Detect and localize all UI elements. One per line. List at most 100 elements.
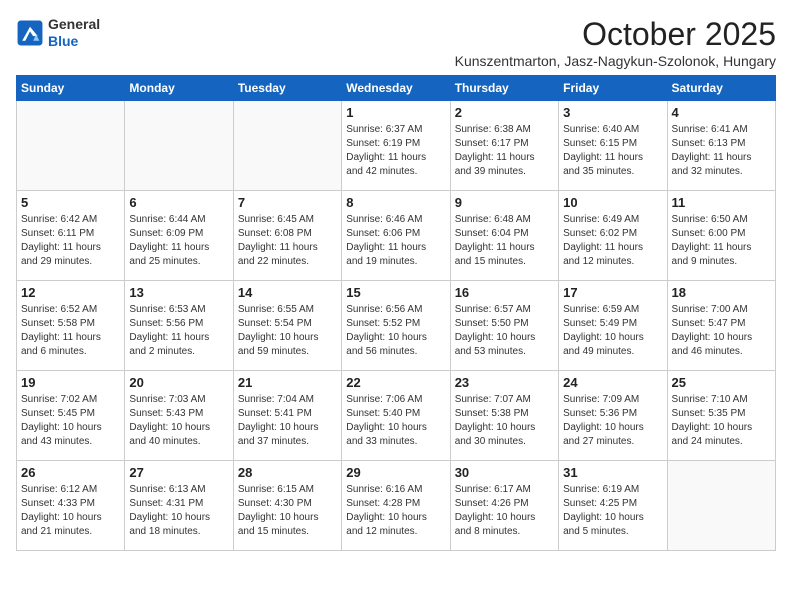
day-number: 13 [129, 285, 228, 300]
day-info: Sunrise: 7:00 AM Sunset: 5:47 PM Dayligh… [672, 303, 771, 359]
calendar-cell [667, 461, 775, 551]
day-info: Sunrise: 6:19 AM Sunset: 4:25 PM Dayligh… [563, 483, 662, 539]
day-info: Sunrise: 6:49 AM Sunset: 6:02 PM Dayligh… [563, 213, 662, 269]
calendar-cell: 17Sunrise: 6:59 AM Sunset: 5:49 PM Dayli… [559, 281, 667, 371]
calendar-body: 1 Sunrise: 6:37 AM Sunset: 6:19 PM Daylig… [17, 101, 776, 551]
calendar-cell: 13Sunrise: 6:53 AM Sunset: 5:56 PM Dayli… [125, 281, 233, 371]
day-info: Sunrise: 6:41 AM Sunset: 6:13 PM Dayligh… [672, 123, 771, 179]
calendar-cell [125, 101, 233, 191]
day-info: Sunrise: 6:57 AM Sunset: 5:50 PM Dayligh… [455, 303, 554, 359]
day-info: Sunrise: 7:02 AM Sunset: 5:45 PM Dayligh… [21, 393, 120, 449]
title-block: October 2025 Kunszentmarton, Jasz-Nagyku… [455, 16, 776, 69]
calendar-cell: 10 Sunrise: 6:49 AM Sunset: 6:02 PM Dayli… [559, 191, 667, 281]
day-info: Sunrise: 7:10 AM Sunset: 5:35 PM Dayligh… [672, 393, 771, 449]
logo-icon [16, 19, 44, 47]
calendar-cell: 8 Sunrise: 6:46 AM Sunset: 6:06 PM Daylig… [342, 191, 450, 281]
calendar-cell: 1 Sunrise: 6:37 AM Sunset: 6:19 PM Daylig… [342, 101, 450, 191]
day-number: 25 [672, 375, 771, 390]
weekday-header-tuesday: Tuesday [233, 76, 341, 101]
day-number: 7 [238, 195, 337, 210]
day-number: 28 [238, 465, 337, 480]
day-info: Sunrise: 7:04 AM Sunset: 5:41 PM Dayligh… [238, 393, 337, 449]
calendar-cell: 16 Sunrise: 6:57 AM Sunset: 5:50 PM Dayli… [450, 281, 558, 371]
day-number: 15 [346, 285, 445, 300]
day-number: 6 [129, 195, 228, 210]
weekday-row: SundayMondayTuesdayWednesdayThursdayFrid… [17, 76, 776, 101]
day-info: Sunrise: 6:42 AM Sunset: 6:11 PM Dayligh… [21, 213, 120, 269]
day-info: Sunrise: 6:17 AM Sunset: 4:26 PM Dayligh… [455, 483, 554, 539]
calendar-cell: 4Sunrise: 6:41 AM Sunset: 6:13 PM Daylig… [667, 101, 775, 191]
calendar-cell: 24Sunrise: 7:09 AM Sunset: 5:36 PM Dayli… [559, 371, 667, 461]
day-number: 23 [455, 375, 554, 390]
day-number: 12 [21, 285, 120, 300]
day-info: Sunrise: 6:44 AM Sunset: 6:09 PM Dayligh… [129, 213, 228, 269]
day-info: Sunrise: 6:16 AM Sunset: 4:28 PM Dayligh… [346, 483, 445, 539]
day-info: Sunrise: 6:55 AM Sunset: 5:54 PM Dayligh… [238, 303, 337, 359]
day-number: 17 [563, 285, 662, 300]
weekday-header-saturday: Saturday [667, 76, 775, 101]
calendar-cell: 22Sunrise: 7:06 AM Sunset: 5:40 PM Dayli… [342, 371, 450, 461]
day-number: 27 [129, 465, 228, 480]
calendar-header: SundayMondayTuesdayWednesdayThursdayFrid… [17, 76, 776, 101]
calendar-cell: 21 Sunrise: 7:04 AM Sunset: 5:41 PM Dayli… [233, 371, 341, 461]
day-info: Sunrise: 6:50 AM Sunset: 6:00 PM Dayligh… [672, 213, 771, 269]
day-info: Sunrise: 6:45 AM Sunset: 6:08 PM Dayligh… [238, 213, 337, 269]
calendar-cell: 27 Sunrise: 6:13 AM Sunset: 4:31 PM Dayli… [125, 461, 233, 551]
calendar-cell: 14 Sunrise: 6:55 AM Sunset: 5:54 PM Dayli… [233, 281, 341, 371]
week-row-1: 1 Sunrise: 6:37 AM Sunset: 6:19 PM Daylig… [17, 101, 776, 191]
calendar-cell: 3Sunrise: 6:40 AM Sunset: 6:15 PM Daylig… [559, 101, 667, 191]
calendar-cell: 12 Sunrise: 6:52 AM Sunset: 5:58 PM Dayli… [17, 281, 125, 371]
day-number: 29 [346, 465, 445, 480]
weekday-header-sunday: Sunday [17, 76, 125, 101]
day-info: Sunrise: 6:46 AM Sunset: 6:06 PM Dayligh… [346, 213, 445, 269]
calendar-cell: 31 Sunrise: 6:19 AM Sunset: 4:25 PM Dayli… [559, 461, 667, 551]
logo-text: General Blue [48, 16, 100, 50]
day-info: Sunrise: 6:13 AM Sunset: 4:31 PM Dayligh… [129, 483, 228, 539]
location-subtitle: Kunszentmarton, Jasz-Nagykun-Szolonok, H… [455, 53, 776, 69]
calendar-cell: 25 Sunrise: 7:10 AM Sunset: 5:35 PM Dayli… [667, 371, 775, 461]
day-number: 8 [346, 195, 445, 210]
day-number: 30 [455, 465, 554, 480]
calendar-cell: 26 Sunrise: 6:12 AM Sunset: 4:33 PM Dayli… [17, 461, 125, 551]
week-row-5: 26 Sunrise: 6:12 AM Sunset: 4:33 PM Dayli… [17, 461, 776, 551]
day-number: 19 [21, 375, 120, 390]
day-number: 14 [238, 285, 337, 300]
calendar-cell: 2Sunrise: 6:38 AM Sunset: 6:17 PM Daylig… [450, 101, 558, 191]
calendar-cell: 6 Sunrise: 6:44 AM Sunset: 6:09 PM Daylig… [125, 191, 233, 281]
logo: General Blue [16, 16, 100, 50]
calendar-cell: 15Sunrise: 6:56 AM Sunset: 5:52 PM Dayli… [342, 281, 450, 371]
weekday-header-thursday: Thursday [450, 76, 558, 101]
calendar-cell: 5 Sunrise: 6:42 AM Sunset: 6:11 PM Daylig… [17, 191, 125, 281]
day-number: 10 [563, 195, 662, 210]
calendar-cell: 28 Sunrise: 6:15 AM Sunset: 4:30 PM Dayli… [233, 461, 341, 551]
day-number: 16 [455, 285, 554, 300]
calendar-cell: 19 Sunrise: 7:02 AM Sunset: 5:45 PM Dayli… [17, 371, 125, 461]
day-info: Sunrise: 6:52 AM Sunset: 5:58 PM Dayligh… [21, 303, 120, 359]
day-info: Sunrise: 6:38 AM Sunset: 6:17 PM Dayligh… [455, 123, 554, 179]
page-header: General Blue October 2025 Kunszentmarton… [16, 16, 776, 69]
weekday-header-friday: Friday [559, 76, 667, 101]
calendar-cell: 30 Sunrise: 6:17 AM Sunset: 4:26 PM Dayli… [450, 461, 558, 551]
day-number: 24 [563, 375, 662, 390]
day-info: Sunrise: 7:03 AM Sunset: 5:43 PM Dayligh… [129, 393, 228, 449]
day-info: Sunrise: 6:37 AM Sunset: 6:19 PM Dayligh… [346, 123, 445, 179]
weekday-header-monday: Monday [125, 76, 233, 101]
day-number: 31 [563, 465, 662, 480]
day-number: 21 [238, 375, 337, 390]
week-row-4: 19 Sunrise: 7:02 AM Sunset: 5:45 PM Dayli… [17, 371, 776, 461]
day-info: Sunrise: 6:15 AM Sunset: 4:30 PM Dayligh… [238, 483, 337, 539]
day-number: 18 [672, 285, 771, 300]
day-info: Sunrise: 7:06 AM Sunset: 5:40 PM Dayligh… [346, 393, 445, 449]
calendar-cell: 9Sunrise: 6:48 AM Sunset: 6:04 PM Daylig… [450, 191, 558, 281]
day-number: 1 [346, 105, 445, 120]
calendar-cell: 23Sunrise: 7:07 AM Sunset: 5:38 PM Dayli… [450, 371, 558, 461]
calendar-cell: 29 Sunrise: 6:16 AM Sunset: 4:28 PM Dayli… [342, 461, 450, 551]
day-number: 11 [672, 195, 771, 210]
calendar-cell: 18 Sunrise: 7:00 AM Sunset: 5:47 PM Dayli… [667, 281, 775, 371]
day-number: 26 [21, 465, 120, 480]
weekday-header-wednesday: Wednesday [342, 76, 450, 101]
day-info: Sunrise: 6:12 AM Sunset: 4:33 PM Dayligh… [21, 483, 120, 539]
day-number: 20 [129, 375, 228, 390]
calendar-cell [233, 101, 341, 191]
day-number: 5 [21, 195, 120, 210]
